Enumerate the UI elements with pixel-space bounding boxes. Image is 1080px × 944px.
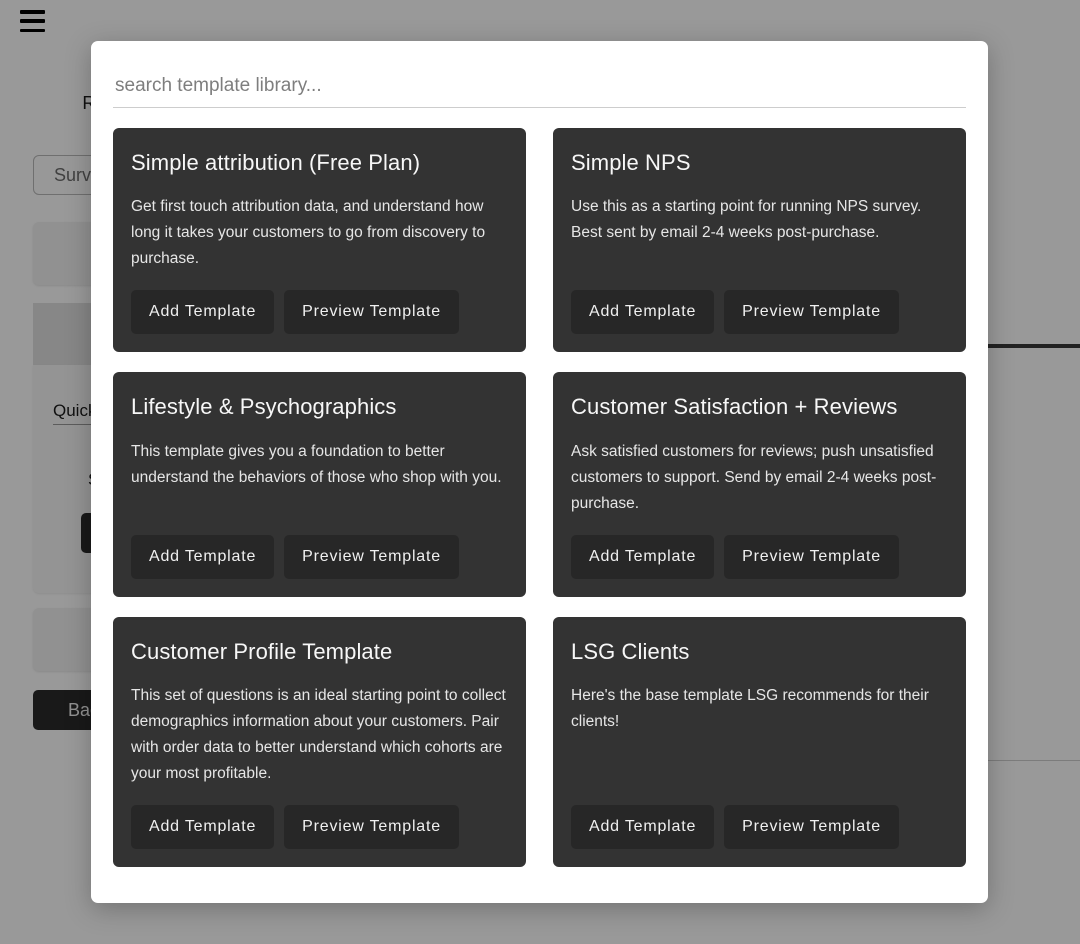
template-actions: Add Template Preview Template <box>131 805 508 850</box>
template-description: Get first touch attribution data, and un… <box>131 198 486 268</box>
add-template-button[interactable]: Add Template <box>131 534 275 579</box>
search-field-wrapper <box>113 75 966 108</box>
template-card[interactable]: Lifestyle & Psychographics This template… <box>113 372 526 597</box>
template-description: Ask satisfied customers for reviews; pus… <box>571 442 937 512</box>
template-card[interactable]: Simple attribution (Free Plan) Get first… <box>113 128 526 353</box>
template-actions: Add Template Preview Template <box>571 805 948 850</box>
search-input[interactable] <box>113 75 966 108</box>
preview-template-button[interactable]: Preview Template <box>724 534 899 579</box>
template-description: Use this as a starting point for running… <box>571 198 922 242</box>
template-card[interactable]: Simple NPS Use this as a starting point … <box>553 128 966 353</box>
preview-template-button[interactable]: Preview Template <box>724 805 899 850</box>
add-template-button[interactable]: Add Template <box>571 805 715 850</box>
preview-template-button[interactable]: Preview Template <box>284 290 459 335</box>
template-description: This set of questions is an ideal starti… <box>131 687 506 783</box>
preview-template-button[interactable]: Preview Template <box>284 805 459 850</box>
template-description: Here's the base template LSG recommends … <box>571 687 929 731</box>
add-template-button[interactable]: Add Template <box>131 805 275 850</box>
template-card[interactable]: LSG Clients Here's the base template LSG… <box>553 616 966 868</box>
template-title: Simple NPS <box>571 150 691 175</box>
template-actions: Add Template Preview Template <box>571 290 948 335</box>
template-title: Simple attribution (Free Plan) <box>131 150 421 175</box>
preview-template-button[interactable]: Preview Template <box>724 290 899 335</box>
template-card[interactable]: Customer Satisfaction + Reviews Ask sati… <box>553 372 966 597</box>
add-template-button[interactable]: Add Template <box>131 290 275 335</box>
preview-template-button[interactable]: Preview Template <box>284 534 459 579</box>
template-title: Lifestyle & Psychographics <box>131 394 397 420</box>
template-actions: Add Template Preview Template <box>571 534 948 579</box>
template-description: This template gives you a foundation to … <box>131 442 502 486</box>
template-actions: Add Template Preview Template <box>131 534 508 579</box>
template-title: LSG Clients <box>571 638 690 664</box>
add-template-button[interactable]: Add Template <box>571 290 715 335</box>
template-title: Customer Satisfaction + Reviews <box>571 394 898 420</box>
add-template-button[interactable]: Add Template <box>571 534 715 579</box>
template-card[interactable]: Customer Profile Template This set of qu… <box>113 616 526 868</box>
template-library-modal: Simple attribution (Free Plan) Get first… <box>91 41 988 903</box>
template-actions: Add Template Preview Template <box>131 290 508 335</box>
template-title: Customer Profile Template <box>131 638 393 664</box>
template-grid: Simple attribution (Free Plan) Get first… <box>113 128 966 868</box>
